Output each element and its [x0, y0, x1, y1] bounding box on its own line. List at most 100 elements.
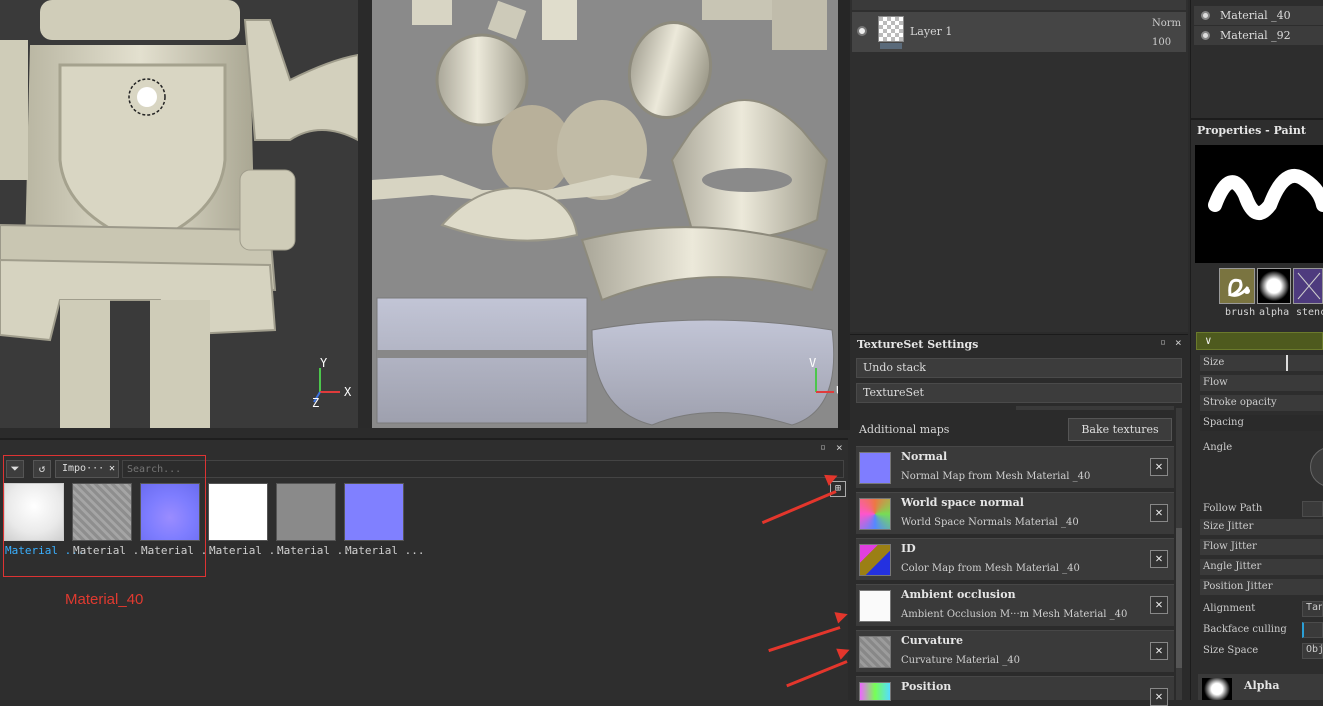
map-row-world-normal[interactable]: World space normal World Space Normals M…: [856, 492, 1174, 534]
map-row-curvature[interactable]: Curvature Curvature Material _40 ✕: [856, 630, 1174, 672]
curvature-map-thumb: [859, 636, 891, 668]
gizmo-v-label: V: [809, 356, 817, 370]
viewport-border: [838, 0, 850, 430]
shelf-thumb-gray[interactable]: [276, 483, 336, 541]
viewport-3d[interactable]: Y X Z: [0, 0, 358, 428]
layer-opacity[interactable]: 100: [1152, 37, 1171, 48]
map-row-id[interactable]: ID Color Map from Mesh Material _40 ✕: [856, 538, 1174, 580]
map-name: World space normal: [901, 496, 1024, 509]
map-name: Curvature: [901, 634, 963, 647]
position-map-thumb: [859, 682, 891, 701]
annotation-label: Material_40: [65, 591, 144, 608]
slider-handle[interactable]: [1286, 355, 1288, 371]
properties-title: Properties - Paint: [1197, 124, 1306, 137]
flow-slider[interactable]: Flow: [1200, 375, 1323, 391]
map-name: Position: [901, 680, 952, 693]
map-desc[interactable]: Ambient Occlusion M···m Mesh Material _4…: [901, 609, 1127, 620]
spacing-slider[interactable]: Spacing: [1200, 415, 1323, 431]
brush-slot-icon[interactable]: [1219, 268, 1255, 304]
ao-map-thumb: [859, 590, 891, 622]
map-row-normal[interactable]: Normal Normal Map from Mesh Material _40…: [856, 446, 1174, 488]
stencil-slot-icon[interactable]: [1293, 268, 1323, 304]
size-slider[interactable]: Size: [1200, 355, 1323, 371]
alignment-dropdown[interactable]: Tan: [1302, 601, 1323, 617]
material-radio-icon[interactable]: [1201, 31, 1210, 40]
alpha-slot-icon[interactable]: [1257, 268, 1291, 304]
brush-preview: [1195, 145, 1323, 263]
world-normal-thumb: [859, 498, 891, 530]
layer-row[interactable]: Layer 1 Norm 100: [852, 12, 1186, 52]
layer-name: Layer 1: [910, 25, 953, 38]
alpha-section[interactable]: Alpha: [1198, 674, 1323, 700]
uv-layout-render: [372, 0, 835, 426]
alpha-thumb: [1202, 678, 1232, 700]
brush-section-collapse-icon[interactable]: ∨: [1196, 332, 1323, 350]
gizmo-x-label: X: [344, 385, 352, 399]
size-jitter-label: Size Jitter: [1203, 521, 1254, 532]
size-space-label: Size Space: [1203, 645, 1259, 656]
map-desc[interactable]: Curvature Material _40: [901, 655, 1020, 666]
remove-map-icon[interactable]: ✕: [1150, 688, 1168, 706]
material-row[interactable]: Material _92: [1194, 26, 1323, 45]
map-row-position[interactable]: Position ✕: [856, 676, 1174, 706]
viewport-2d-uv[interactable]: V U: [372, 0, 838, 428]
angle-jitter-slider[interactable]: Angle Jitter: [1200, 559, 1323, 575]
material-row[interactable]: Material _40: [1194, 6, 1323, 25]
close-panel-icon[interactable]: ×: [836, 441, 843, 454]
normal-map-thumb: [859, 452, 891, 484]
remove-map-icon[interactable]: ✕: [1150, 642, 1168, 660]
follow-path-checkbox[interactable]: [1302, 501, 1323, 517]
close-panel-icon[interactable]: ×: [1175, 336, 1182, 349]
bake-textures-button[interactable]: Bake textures: [1068, 418, 1172, 441]
float-panel-icon[interactable]: ▫: [1160, 337, 1166, 348]
divider: [1016, 406, 1174, 410]
divider: [1190, 118, 1323, 120]
map-name: Ambient occlusion: [901, 588, 1016, 601]
brush-slot-label: brush: [1225, 307, 1256, 318]
size-label: Size: [1203, 357, 1225, 368]
map-name: Normal: [901, 450, 948, 463]
textureset-button[interactable]: TextureSet: [856, 383, 1182, 403]
map-desc[interactable]: Color Map from Mesh Material _40: [901, 563, 1080, 574]
remove-map-icon[interactable]: ✕: [1150, 504, 1168, 522]
right-panel: [1190, 0, 1323, 700]
map-desc[interactable]: World Space Normals Material _40: [901, 517, 1079, 528]
shelf-search-input[interactable]: [122, 460, 844, 478]
flow-jitter-label: Flow Jitter: [1203, 541, 1257, 552]
remove-map-icon[interactable]: ✕: [1150, 550, 1168, 568]
remove-map-icon[interactable]: ✕: [1150, 458, 1168, 476]
stroke-opacity-slider[interactable]: Stroke opacity: [1200, 395, 1323, 411]
shelf-thumb-flat-normal[interactable]: [344, 483, 404, 541]
textureset-scrollbar[interactable]: [1176, 408, 1182, 700]
alpha-slot-label: alpha: [1259, 307, 1290, 318]
scrollbar-thumb[interactable]: [1176, 528, 1182, 668]
alignment-label: Alignment: [1203, 603, 1256, 614]
remove-map-icon[interactable]: ✕: [1150, 596, 1168, 614]
map-desc[interactable]: Normal Map from Mesh Material _40: [901, 471, 1090, 482]
shelf-thumb-white[interactable]: [208, 483, 268, 541]
position-jitter-slider[interactable]: Position Jitter: [1200, 579, 1323, 595]
layer-blend-mode[interactable]: Norm: [1152, 18, 1181, 29]
map-row-ao[interactable]: Ambient occlusion Ambient Occlusion M···…: [856, 584, 1174, 626]
material-name: Material _92: [1220, 29, 1291, 42]
id-map-thumb: [859, 544, 891, 576]
size-jitter-slider[interactable]: Size Jitter: [1200, 519, 1323, 535]
viewport-splitter[interactable]: [358, 0, 372, 428]
size-space-dropdown[interactable]: Obj: [1302, 643, 1323, 659]
gizmo-z-label: Z: [312, 396, 320, 410]
alpha-section-title: Alpha: [1244, 679, 1280, 692]
material-radio-icon[interactable]: [1201, 11, 1210, 20]
layer-visibility-icon[interactable]: [857, 26, 867, 36]
float-panel-icon[interactable]: ▫: [820, 442, 826, 453]
backface-culling-label: Backface culling: [1203, 624, 1287, 635]
layer-mask-bar: [880, 43, 902, 49]
brush-stroke-preview: [1208, 168, 1323, 220]
position-jitter-label: Position Jitter: [1203, 581, 1273, 592]
backface-culling-slider[interactable]: [1302, 622, 1323, 638]
flow-jitter-slider[interactable]: Flow Jitter: [1200, 539, 1323, 555]
angle-jitter-label: Angle Jitter: [1203, 561, 1262, 572]
undo-stack-button[interactable]: Undo stack: [856, 358, 1182, 378]
material-name: Material _40: [1220, 9, 1291, 22]
stroke-opacity-label: Stroke opacity: [1203, 397, 1277, 408]
map-name: ID: [901, 542, 916, 555]
